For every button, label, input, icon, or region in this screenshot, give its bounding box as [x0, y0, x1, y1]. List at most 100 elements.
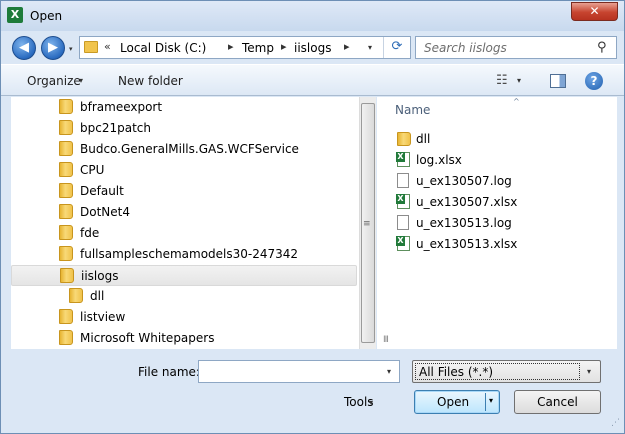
- tree-item-label: bpc21patch: [80, 121, 151, 135]
- tree-item[interactable]: fullsampleschemamodels30-247342: [11, 244, 357, 265]
- file-list-item[interactable]: u_ex130507.log: [395, 171, 595, 191]
- breadcrumb-local-disk[interactable]: Local Disk (C:): [120, 41, 206, 55]
- chevron-down-icon[interactable]: ▾: [587, 367, 591, 376]
- tree-item-label: dll: [90, 289, 105, 303]
- tree-item-label: iislogs: [81, 269, 119, 283]
- breadcrumb-separator-icon[interactable]: ▸: [228, 40, 234, 53]
- horizontal-scrollbar[interactable]: III: [377, 335, 617, 348]
- folder-icon: [59, 99, 73, 114]
- tree-item[interactable]: dll: [11, 286, 357, 307]
- navigation-bar: ◀ ▶ ▾ « Local Disk (C:) ▸ Temp ▸ iislogs…: [1, 31, 624, 63]
- refresh-icon[interactable]: ⟳: [383, 37, 410, 58]
- file-type-select[interactable]: All Files (*.*) ▾: [412, 360, 601, 383]
- tree-item[interactable]: bpc21patch: [11, 118, 357, 139]
- views-icon[interactable]: ☷: [496, 73, 508, 88]
- column-header-name[interactable]: Name: [395, 103, 430, 117]
- tree-item[interactable]: iislogs: [11, 265, 357, 286]
- resize-grip-icon[interactable]: ⋰: [611, 418, 620, 428]
- tree-item-label: DotNet4: [80, 205, 130, 219]
- open-dialog: X Open ✕ ◀ ▶ ▾ « Local Disk (C:) ▸ Temp …: [0, 0, 625, 434]
- bottom-panel: File name: ▾ All Files (*.*) ▾ Tools ▾ O…: [1, 351, 624, 433]
- tree-item[interactable]: fde: [11, 223, 357, 244]
- organize-button[interactable]: Organize: [27, 74, 81, 88]
- folder-icon: [69, 288, 83, 303]
- navigation-scrollbar[interactable]: ≡: [359, 97, 376, 349]
- breadcrumb-iislogs[interactable]: iislogs: [294, 41, 331, 55]
- tree-item[interactable]: CPU: [11, 160, 357, 181]
- title-bar[interactable]: X Open ✕: [1, 1, 624, 31]
- file-name-label: File name:: [138, 365, 200, 379]
- tree-item[interactable]: bframeexport: [11, 97, 357, 118]
- tree-item-label: CPU: [80, 163, 105, 177]
- sort-ascending-icon: ^: [513, 97, 520, 106]
- folder-icon: [84, 41, 98, 53]
- chevron-down-icon[interactable]: ▾: [369, 398, 373, 407]
- help-icon[interactable]: ?: [585, 72, 603, 90]
- tree-item-label: Microsoft Whitepapers: [80, 331, 215, 345]
- tree-item-label: fullsampleschemamodels30-247342: [80, 247, 299, 261]
- breadcrumb-separator-icon[interactable]: ▸: [281, 40, 287, 53]
- folder-icon: [59, 204, 73, 219]
- navigation-pane: bframeexport bpc21patch Budco.GeneralMills…: [11, 97, 359, 349]
- forward-button[interactable]: ▶: [41, 36, 65, 60]
- new-folder-button[interactable]: New folder: [118, 74, 183, 88]
- chevron-down-icon[interactable]: ▾: [489, 396, 493, 405]
- search-input[interactable]: Search iislogs ⚲: [415, 36, 617, 59]
- open-button-label: Open: [437, 395, 470, 409]
- file-list-item[interactable]: dll: [395, 129, 595, 149]
- breadcrumb-temp[interactable]: Temp: [242, 41, 274, 55]
- text-file-icon: [397, 215, 409, 230]
- preview-pane-icon[interactable]: [550, 74, 566, 88]
- arrow-right-icon: ▶: [48, 40, 58, 55]
- tree-item[interactable]: Microsoft Whitepapers: [11, 328, 357, 349]
- folder-icon: [60, 268, 74, 283]
- folder-icon: [59, 162, 73, 177]
- file-list-item[interactable]: u_ex130507.xlsx: [395, 192, 595, 212]
- folder-icon: [59, 141, 73, 156]
- text-file-icon: [397, 173, 409, 188]
- folder-icon: [397, 132, 411, 146]
- chevron-down-icon[interactable]: ▾: [387, 367, 391, 376]
- file-name: log.xlsx: [416, 153, 462, 167]
- breadcrumb-overflow[interactable]: «: [104, 40, 111, 53]
- tree-item[interactable]: listview: [11, 307, 357, 328]
- focus-rect: All Files (*.*): [415, 363, 580, 380]
- folder-icon: [59, 330, 73, 345]
- excel-file-icon: [396, 236, 410, 251]
- file-list-item[interactable]: u_ex130513.xlsx: [395, 234, 595, 254]
- tree-item-label: Budco.GeneralMills.GAS.WCFService: [80, 142, 299, 156]
- tree-item[interactable]: Budco.GeneralMills.GAS.WCFService: [11, 139, 357, 160]
- split-divider: [485, 393, 486, 411]
- recent-pages-dropdown[interactable]: ▾: [69, 45, 73, 53]
- excel-file-icon: [396, 194, 410, 209]
- close-button[interactable]: ✕: [571, 2, 618, 21]
- tree-item[interactable]: Default: [11, 181, 357, 202]
- command-toolbar: Organize ▾ New folder ☷ ▾ ?: [1, 64, 624, 96]
- file-name: u_ex130507.xlsx: [416, 195, 518, 209]
- address-bar[interactable]: « Local Disk (C:) ▸ Temp ▸ iislogs ▸ ▾ ⟳: [79, 36, 411, 59]
- excel-file-icon: [396, 152, 410, 167]
- chevron-down-icon[interactable]: ▾: [79, 76, 83, 85]
- search-icon[interactable]: ⚲: [597, 40, 607, 55]
- tree-item-label: bframeexport: [80, 100, 163, 114]
- cancel-button[interactable]: Cancel: [514, 390, 601, 414]
- back-button[interactable]: ◀: [12, 36, 36, 60]
- file-name: u_ex130513.xlsx: [416, 237, 518, 251]
- folder-icon: [59, 246, 73, 261]
- file-name: u_ex130513.log: [416, 216, 512, 230]
- file-type-value: All Files (*.*): [419, 365, 494, 379]
- folder-icon: [59, 183, 73, 198]
- tree-item[interactable]: DotNet4: [11, 202, 357, 223]
- file-list-item[interactable]: u_ex130513.log: [395, 213, 595, 233]
- file-name: dll: [416, 132, 431, 146]
- arrow-left-icon: ◀: [19, 40, 29, 55]
- file-name-input[interactable]: ▾: [198, 360, 400, 383]
- window-title: Open: [30, 9, 63, 23]
- chevron-down-icon[interactable]: ▾: [517, 76, 521, 85]
- scrollbar-grip-icon: ≡: [363, 219, 371, 229]
- address-dropdown-icon[interactable]: ▾: [368, 43, 372, 52]
- open-button[interactable]: Open ▾: [414, 390, 500, 414]
- file-list-item[interactable]: log.xlsx: [395, 150, 595, 170]
- breadcrumb-separator-icon[interactable]: ▸: [344, 40, 350, 53]
- file-name: u_ex130507.log: [416, 174, 512, 188]
